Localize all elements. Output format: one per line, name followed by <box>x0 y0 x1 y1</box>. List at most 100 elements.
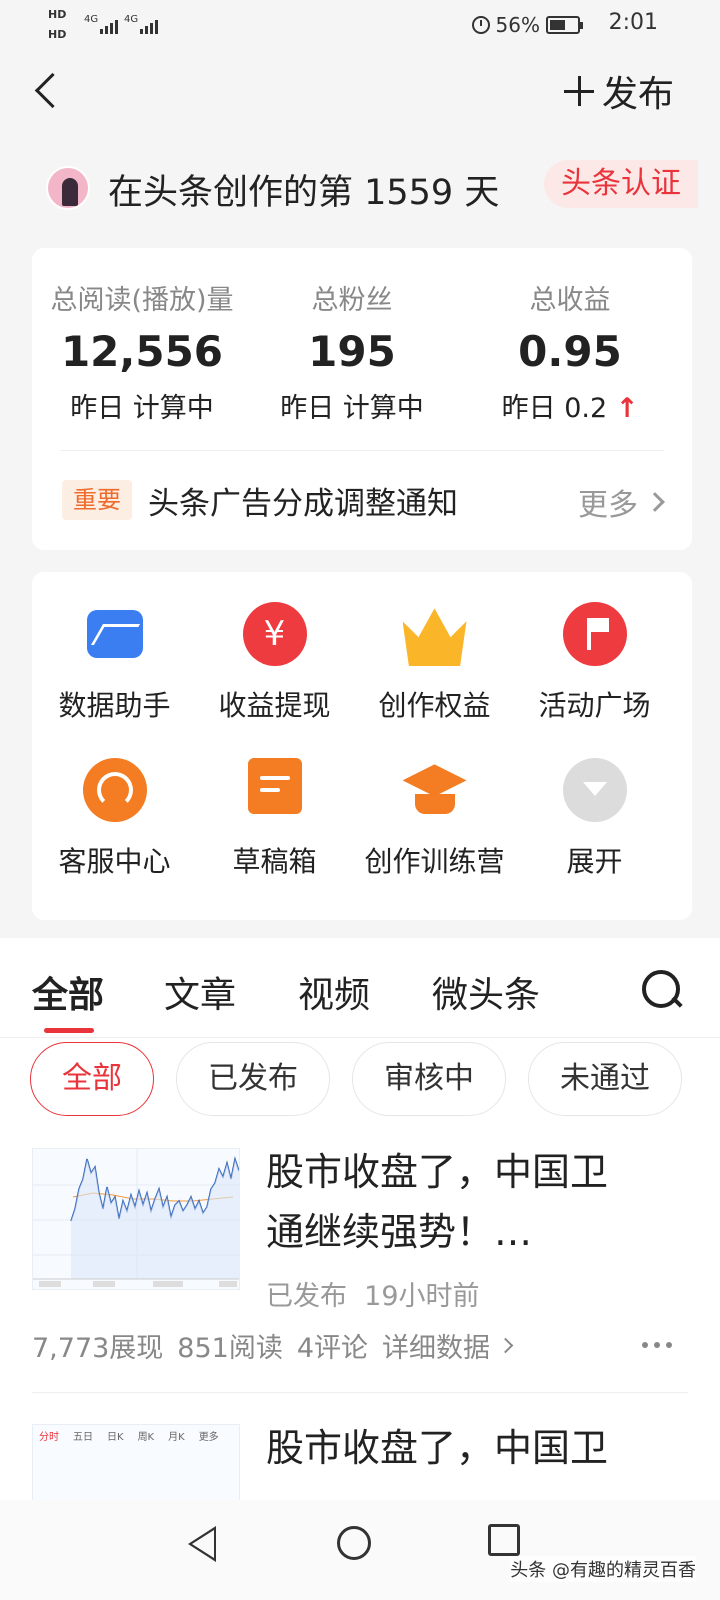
nav-home-icon[interactable] <box>337 1526 371 1560</box>
signal-icon <box>140 18 158 34</box>
stat-label: 总阅读(播放)量 <box>50 285 234 316</box>
filter-reviewing[interactable]: 审核中 <box>352 1042 506 1116</box>
article-title[interactable]: 股市收盘了，中国卫 <box>266 1418 686 1478</box>
status-filters: 全部 已发布 审核中 未通过 <box>0 1042 720 1124</box>
expand-icon <box>562 758 627 822</box>
article-comments: 4评论 <box>296 1333 369 1364</box>
stat-label: 总收益 <box>529 285 611 316</box>
article-time: 19小时前 <box>364 1281 480 1312</box>
stat-sub: 昨日 0.2 <box>501 393 608 424</box>
tab-micro-posts[interactable]: 微头条 <box>432 966 540 1018</box>
tool-label: 数据助手 <box>58 689 171 722</box>
nav-recent-icon[interactable] <box>488 1524 520 1556</box>
hd-indicator: HD <box>48 28 67 41</box>
divider <box>60 450 664 451</box>
thumb-tabs: 分时 五日 日K 周K 月K 更多 <box>33 1425 239 1445</box>
filter-all[interactable]: 全部 <box>30 1042 154 1116</box>
tool-label: 客服中心 <box>58 845 171 878</box>
network-type: 4G <box>84 14 99 25</box>
tool-customer-service[interactable]: 客服中心 <box>32 728 197 878</box>
detail-label: 详细数据 <box>382 1333 491 1364</box>
search-icon[interactable] <box>640 968 684 1012</box>
tool-label: 创作权益 <box>378 689 491 722</box>
crown-icon <box>402 608 467 666</box>
stat-sub: 昨日 计算中 <box>70 393 214 424</box>
trend-up-icon: ↑ <box>615 393 639 424</box>
thumb-tab: 分时 <box>39 1431 59 1443</box>
stat-sub: 昨日 计算中 <box>280 393 424 424</box>
data-chart-icon <box>86 610 143 658</box>
article-thumbnail[interactable]: 分时 五日 日K 周K 月K 更多 <box>32 1424 240 1504</box>
article-title-line: 通继续强势！… <box>266 1210 533 1254</box>
stat-total-reads[interactable]: 总阅读(播放)量 12,556 昨日 计算中 <box>32 278 252 425</box>
tab-fade <box>596 958 636 1018</box>
hd-indicator: HD <box>48 8 67 21</box>
flag-icon <box>562 602 627 666</box>
article-title[interactable]: 股市收盘了，中国卫 通继续强势！… <box>266 1142 686 1262</box>
content-tabs: 全部 文章 视频 微头条 <box>0 938 720 1038</box>
thumb-tab: 周K <box>137 1431 155 1443</box>
article-meta: 已发布 19小时前 <box>266 1274 480 1313</box>
chevron-right-icon <box>497 1337 514 1354</box>
tool-training[interactable]: 创作训练营 <box>352 728 517 878</box>
article-title-line: 股市收盘了，中国卫 <box>266 1150 609 1194</box>
clock: 2:01 <box>608 10 658 35</box>
chevron-right-icon <box>645 492 665 512</box>
headset-icon <box>82 758 147 822</box>
stat-label: 总粉丝 <box>311 285 393 316</box>
article-title-line: 股市收盘了，中国卫 <box>266 1426 609 1470</box>
stats-card: 总阅读(播放)量 12,556 昨日 计算中 总粉丝 195 昨日 计算中 总收… <box>32 248 692 550</box>
signal-icon <box>100 18 118 34</box>
thumb-tab: 更多 <box>198 1431 219 1443</box>
stat-value: 0.95 <box>518 327 622 376</box>
draft-icon <box>247 758 302 814</box>
avatar[interactable] <box>46 166 90 210</box>
stock-chart-thumbnail <box>33 1149 239 1289</box>
stat-total-income[interactable]: 总收益 0.95 昨日 0.2 ↑ <box>460 278 680 425</box>
notice-link[interactable]: 头条广告分成调整通知 <box>148 478 458 523</box>
publish-button[interactable]: 发布 <box>563 68 674 115</box>
thumb-tab: 日K <box>107 1431 124 1443</box>
article-impressions: 7,773展现 <box>32 1333 164 1364</box>
verify-button[interactable]: 头条认证 <box>544 160 698 208</box>
nav-back-icon[interactable] <box>188 1526 216 1562</box>
tab-videos[interactable]: 视频 <box>298 966 370 1018</box>
tool-drafts[interactable]: 草稿箱 <box>192 728 357 878</box>
back-button[interactable] <box>30 70 70 112</box>
tool-label: 活动广场 <box>538 689 651 722</box>
system-nav-bar: 头条 @有趣的精灵百香 <box>0 1500 720 1600</box>
more-button[interactable]: 更多 <box>578 480 665 524</box>
signal-group: HD HD 4G 4G <box>48 6 168 46</box>
network-type: 4G <box>124 14 139 25</box>
tab-underline <box>44 1028 94 1033</box>
tool-data-assistant[interactable]: 数据助手 <box>32 572 197 722</box>
article-thumbnail[interactable] <box>32 1148 240 1290</box>
tool-benefits[interactable]: 创作权益 <box>352 572 517 722</box>
filter-published[interactable]: 已发布 <box>176 1042 330 1116</box>
graduation-cap-base <box>414 794 455 814</box>
battery-percent: 56% <box>495 13 540 37</box>
yuan-icon: ¥ <box>242 602 307 666</box>
creator-days: 在头条创作的第 1559 天 <box>108 173 500 213</box>
tab-articles[interactable]: 文章 <box>164 966 236 1018</box>
tool-expand[interactable]: 展开 <box>512 728 677 878</box>
article-stats: 7,773展现 851阅读 4评论 详细数据 <box>32 1326 514 1365</box>
watermark: 头条 @有趣的精灵百香 <box>510 1556 696 1582</box>
tool-activity[interactable]: 活动广场 <box>512 572 677 722</box>
tool-label: 创作训练营 <box>364 845 505 878</box>
thumb-tab: 月K <box>168 1431 185 1443</box>
stat-total-fans[interactable]: 总粉丝 195 昨日 计算中 <box>242 278 462 425</box>
tool-label: 草稿箱 <box>232 845 317 878</box>
tools-card: 数据助手 ¥ 收益提现 创作权益 活动广场 客服中心 草稿箱 创作训练营 展开 <box>32 572 692 920</box>
status-right: 56% <box>471 10 583 40</box>
article-reads: 851阅读 <box>177 1333 283 1364</box>
more-label: 更多 <box>578 488 638 523</box>
plus-icon <box>563 76 594 106</box>
article-status: 已发布 <box>266 1281 347 1312</box>
more-options-icon[interactable] <box>642 1342 672 1348</box>
filter-rejected[interactable]: 未通过 <box>528 1042 682 1116</box>
tool-withdraw[interactable]: ¥ 收益提现 <box>192 572 357 722</box>
tab-all[interactable]: 全部 <box>32 966 104 1018</box>
detail-data-link[interactable]: 详细数据 <box>382 1326 514 1365</box>
tool-label: 收益提现 <box>218 689 331 722</box>
